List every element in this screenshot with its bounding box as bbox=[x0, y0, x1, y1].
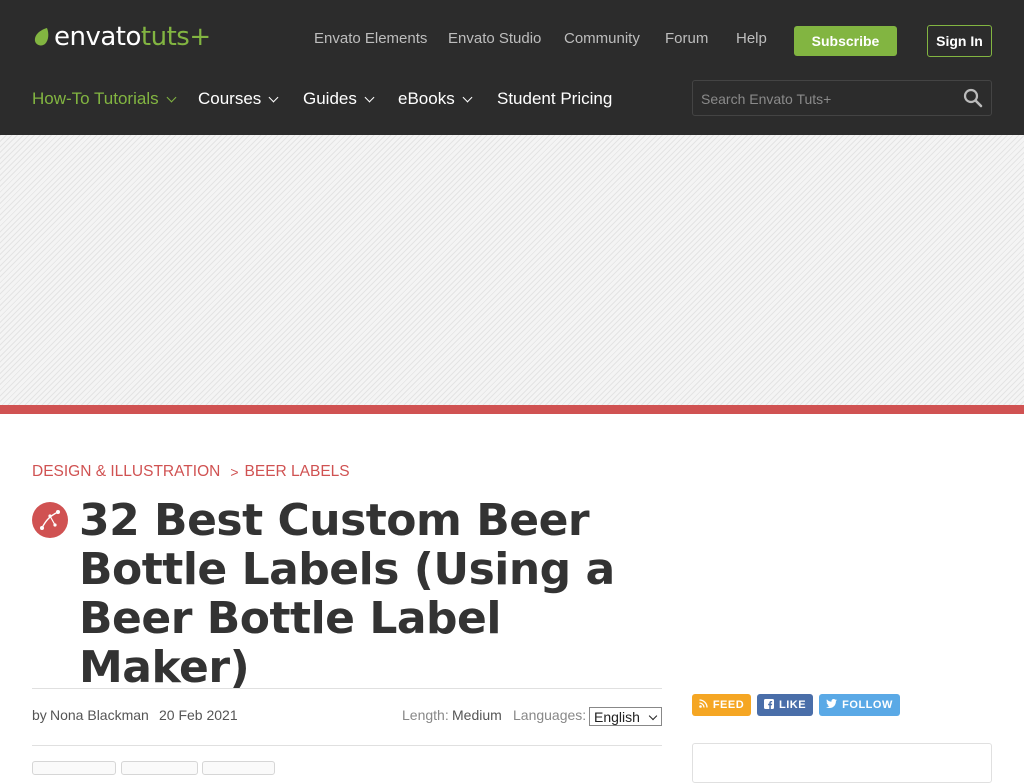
divider bbox=[32, 688, 662, 689]
subscribe-button[interactable]: Subscribe bbox=[794, 26, 897, 56]
top-link-envato-studio[interactable]: Envato Studio bbox=[448, 30, 541, 50]
article-action-button[interactable] bbox=[121, 761, 198, 775]
envato-tuts-logo[interactable]: envato tuts+ bbox=[32, 22, 211, 52]
nav-label: eBooks bbox=[398, 89, 455, 108]
language-select[interactable]: English bbox=[589, 707, 662, 726]
nav-label: Courses bbox=[198, 89, 262, 108]
nav-label: Guides bbox=[303, 89, 357, 108]
by-label: by bbox=[32, 707, 47, 723]
breadcrumb: DESIGN & ILLUSTRATION > BEER LABELS bbox=[32, 463, 350, 481]
nav-student-pricing[interactable]: Student Pricing bbox=[497, 88, 612, 110]
top-link-envato-elements[interactable]: Envato Elements bbox=[314, 30, 427, 50]
design-category-icon bbox=[32, 502, 68, 538]
article-action-button[interactable] bbox=[32, 761, 116, 775]
leaf-icon bbox=[34, 28, 49, 46]
nav-courses[interactable]: Courses bbox=[198, 88, 279, 110]
languages-label: Languages: bbox=[513, 707, 587, 723]
like-label: LIKE bbox=[778, 699, 807, 711]
chevron-down-icon bbox=[268, 92, 279, 103]
length-label: Length: bbox=[402, 707, 449, 723]
article-title: 32 Best Custom Beer Bottle Labels (Using… bbox=[79, 496, 659, 692]
rss-icon bbox=[699, 699, 708, 711]
search-icon[interactable] bbox=[963, 88, 983, 108]
title-line: 32 Best Custom Beer bbox=[79, 495, 590, 546]
breadcrumb-design-illustration[interactable]: DESIGN & ILLUSTRATION bbox=[32, 463, 220, 481]
chevron-down-icon bbox=[462, 92, 473, 103]
search-input[interactable] bbox=[701, 89, 951, 109]
sign-in-button[interactable]: Sign In bbox=[927, 25, 992, 57]
sidebar-widget bbox=[692, 743, 992, 783]
length-value: Medium bbox=[452, 707, 502, 723]
nav-label: Student Pricing bbox=[497, 89, 613, 108]
site-header: envato tuts+ Envato Elements Envato Studi… bbox=[0, 0, 1024, 135]
like-button[interactable]: LIKE bbox=[757, 694, 813, 716]
chevron-down-icon bbox=[648, 711, 658, 721]
follow-button[interactable]: FOLLOW bbox=[819, 694, 900, 716]
feed-button[interactable]: FEED bbox=[692, 694, 751, 716]
chevron-down-icon bbox=[166, 92, 177, 103]
ad-banner-area bbox=[0, 135, 1024, 405]
language-selected: English bbox=[594, 708, 640, 725]
top-link-help[interactable]: Help bbox=[736, 30, 767, 50]
search-box bbox=[692, 80, 992, 116]
follow-label: FOLLOW bbox=[842, 699, 893, 711]
facebook-icon bbox=[763, 698, 774, 712]
nav-ebooks[interactable]: eBooks bbox=[398, 88, 473, 110]
pen-tool-icon bbox=[40, 510, 60, 530]
chevron-down-icon bbox=[364, 92, 375, 103]
title-line: Beer Bottle Label Maker) bbox=[79, 593, 501, 693]
top-link-forum[interactable]: Forum bbox=[665, 30, 708, 50]
nav-label: How-To Tutorials bbox=[32, 89, 159, 108]
nav-how-to-tutorials[interactable]: How-To Tutorials bbox=[32, 88, 177, 110]
publish-date: 20 Feb 2021 bbox=[159, 707, 238, 723]
article-action-button[interactable] bbox=[202, 761, 275, 775]
logo-brand: envato bbox=[54, 22, 141, 52]
breadcrumb-beer-labels[interactable]: BEER LABELS bbox=[245, 463, 350, 481]
author-link[interactable]: Nona Blackman bbox=[50, 707, 149, 723]
divider bbox=[32, 745, 662, 746]
category-color-bar bbox=[0, 405, 1024, 414]
twitter-icon bbox=[826, 699, 838, 711]
nav-guides[interactable]: Guides bbox=[303, 88, 375, 110]
feed-label: FEED bbox=[712, 699, 745, 711]
title-line: Bottle Labels (Using a bbox=[79, 544, 615, 595]
logo-suffix: tuts+ bbox=[140, 22, 211, 52]
top-link-community[interactable]: Community bbox=[564, 30, 640, 50]
breadcrumb-separator: > bbox=[230, 464, 239, 480]
